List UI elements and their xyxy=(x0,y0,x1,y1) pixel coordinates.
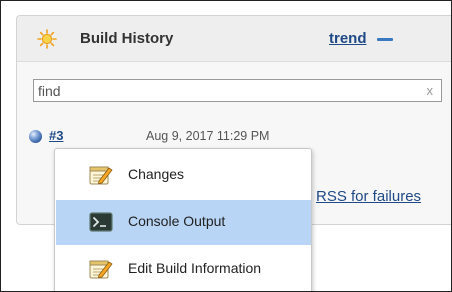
notepad-icon xyxy=(89,260,113,279)
rss-failures-link[interactable]: RSS for failures xyxy=(316,188,421,205)
search-field[interactable]: x xyxy=(33,79,442,102)
clear-search-icon[interactable]: x xyxy=(427,83,434,98)
terminal-icon xyxy=(89,212,113,232)
menu-item-edit-build-information[interactable]: Edit Build Information xyxy=(56,247,311,291)
menu-item-changes[interactable]: Changes xyxy=(56,153,311,198)
build-context-menu: Changes Console Output Edit Build Inform… xyxy=(54,148,312,291)
menu-item-label: Changes xyxy=(128,166,185,182)
menu-item-label: Edit Build Information xyxy=(128,260,262,276)
build-row: #3 Aug 9, 2017 11:29 PM xyxy=(29,128,429,148)
build-history-header: Build History trend xyxy=(17,16,451,62)
sun-icon xyxy=(37,29,57,49)
build-history-title: Build History xyxy=(80,30,174,47)
trend-link[interactable]: trend xyxy=(329,30,367,47)
build-number-link[interactable]: #3 xyxy=(49,128,63,143)
notepad-icon xyxy=(89,166,113,185)
build-status-ball-icon xyxy=(29,130,42,143)
menu-item-console-output[interactable]: Console Output xyxy=(56,200,311,245)
build-date: Aug 9, 2017 11:29 PM xyxy=(146,129,270,143)
screenshot-frame: Build History trend x #3 Aug 9, 2017 11:… xyxy=(0,0,452,292)
search-input[interactable] xyxy=(38,82,408,100)
menu-item-label: Console Output xyxy=(128,213,226,229)
collapse-minus-icon[interactable] xyxy=(377,38,393,41)
